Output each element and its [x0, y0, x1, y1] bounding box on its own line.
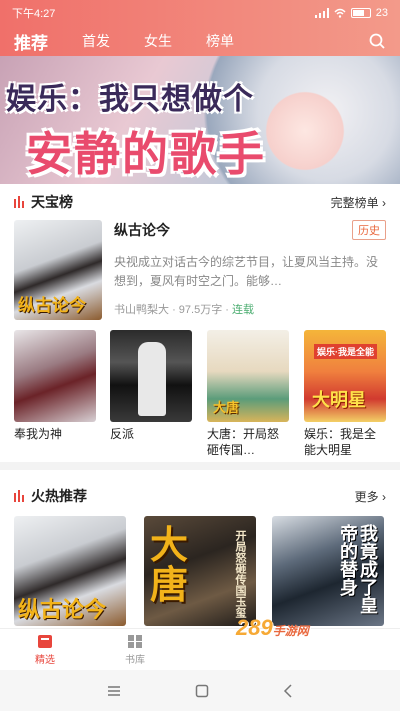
featured-icon — [38, 634, 52, 648]
status-icons: 23 — [314, 7, 388, 19]
section-mark-icon — [14, 196, 26, 208]
signal-icon — [314, 8, 329, 18]
book-name: 反派 — [110, 427, 135, 441]
book-card[interactable]: 纵古论今 — [14, 516, 126, 626]
promo-banner[interactable]: 娱乐：我只想做个 安静的歌手 — [0, 56, 400, 184]
book-cover[interactable] — [14, 330, 96, 422]
battery-icon — [350, 8, 371, 18]
book-card[interactable]: 我竟成了皇帝的替身 — [272, 516, 384, 626]
tab-recommend[interactable]: 推荐 — [14, 29, 48, 59]
section-divider — [0, 462, 400, 470]
cover-title: 大唐 — [213, 400, 240, 415]
status-bar: 下午4:27 23 — [0, 0, 400, 26]
featured-desc: 央视成立对话古今的综艺节目，让夏风当主持。没想到，夏风有时空之门。能够… — [114, 255, 379, 288]
tab-ranking[interactable]: 榜单 — [206, 31, 234, 51]
full-ranking-link[interactable]: 完整榜单 › — [331, 194, 386, 211]
bottom-nav: 精选 书库 — [0, 628, 400, 670]
book-name: 娱乐：我是全能大明星 — [304, 427, 377, 457]
book-name: 奉我为神 — [14, 427, 63, 441]
book-cover[interactable]: 纵古论今 — [14, 516, 126, 626]
back-icon[interactable] — [283, 683, 293, 698]
book-card[interactable]: 娱乐·我是全能 大明星 娱乐：我是全能大明星 — [304, 330, 386, 458]
tianbao-book-row: 奉我为神 反派 大唐 大唐：开局怒砸传国… 娱乐·我是全能 大明星 娱乐：我是全… — [14, 330, 386, 457]
watermark-logo: 289手游网 — [236, 615, 309, 641]
banner-character — [260, 86, 350, 176]
book-cover[interactable]: 娱乐·我是全能 大明星 — [304, 330, 386, 422]
cover-title: 大唐 — [150, 525, 189, 607]
tianbao-header: 天宝榜 完整榜单 › — [0, 190, 400, 214]
book-card[interactable]: 大唐 大唐：开局怒砸传国… — [207, 330, 289, 458]
menu-icon[interactable] — [107, 685, 121, 697]
nav-library[interactable]: 书库 — [90, 629, 180, 670]
top-nav: 推荐 首发 女生 榜单 — [0, 26, 400, 59]
book-cover[interactable]: 大唐 开局怒砸传国玉玺 — [144, 516, 256, 626]
featured-words: 97.5万字 — [178, 304, 223, 316]
library-icon — [128, 634, 142, 648]
cover-subtitle: 开局怒砸传国玉玺 — [234, 530, 246, 618]
book-cover[interactable]: 大唐 — [207, 330, 289, 422]
featured-cover-title: 纵古论今 — [18, 296, 86, 315]
book-card[interactable]: 反派 — [110, 330, 192, 442]
hot-header: 火热推荐 更多 › — [0, 484, 400, 508]
featured-cover[interactable]: 纵古论今 — [14, 220, 102, 320]
cover-title: 纵古论今 — [18, 597, 107, 622]
featured-status: 连载 — [232, 304, 255, 316]
featured-info: 纵古论今 历史 央视成立对话古今的综艺节目，让夏风当主持。没想到，夏风有时空之门… — [114, 220, 386, 317]
cover-tag: 娱乐·我是全能 — [314, 344, 377, 359]
search-icon[interactable] — [368, 32, 386, 50]
watermark-number: 289 — [236, 615, 273, 640]
book-name: 大唐：开局怒砸传国… — [207, 427, 280, 457]
featured-name: 纵古论今 — [114, 222, 170, 238]
featured-meta: 书山鸭梨大 · 97.5万字 · 连载 — [114, 304, 255, 316]
book-cover[interactable] — [110, 330, 192, 422]
nav-featured[interactable]: 精选 — [0, 629, 90, 670]
more-link[interactable]: 更多 › — [355, 488, 386, 505]
home-icon[interactable] — [195, 684, 209, 698]
tab-first-release[interactable]: 首发 — [82, 31, 110, 51]
book-card[interactable]: 大唐 开局怒砸传国玉玺 — [144, 516, 256, 626]
banner-title-line2: 安静的歌手 — [26, 128, 266, 180]
tianbao-title: 天宝榜 — [31, 194, 73, 210]
book-cover[interactable]: 我竟成了皇帝的替身 — [272, 516, 384, 626]
status-time: 下午4:27 — [12, 8, 56, 20]
hot-book-row: 纵古论今 大唐 开局怒砸传国玉玺 我竟成了皇帝的替身 — [14, 516, 386, 626]
featured-author: 书山鸭梨大 — [114, 304, 169, 316]
tab-female[interactable]: 女生 — [144, 31, 172, 51]
hot-title: 火热推荐 — [31, 488, 87, 504]
system-nav-bar — [0, 670, 400, 711]
genre-badge: 历史 — [352, 220, 386, 240]
section-mark-icon — [14, 490, 26, 502]
battery-level: 23 — [375, 7, 388, 19]
watermark-sub: 手游网 — [272, 624, 309, 638]
featured-book[interactable]: 纵古论今 纵古论今 历史 央视成立对话古今的综艺节目，让夏风当主持。没想到，夏风… — [14, 220, 386, 320]
nav-featured-label: 精选 — [35, 654, 55, 666]
book-card[interactable]: 奉我为神 — [14, 330, 96, 442]
banner-title-line1: 娱乐：我只想做个 — [6, 83, 254, 116]
cover-title: 大明星 — [312, 390, 366, 410]
nav-library-label: 书库 — [125, 654, 145, 666]
cover-title: 我竟成了皇帝的替身 — [338, 524, 378, 614]
wifi-icon — [334, 8, 346, 18]
